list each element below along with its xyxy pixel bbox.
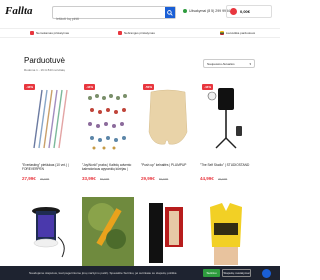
chevron-down-icon: ▾: [249, 61, 251, 66]
product-old-price: 59,99€: [100, 177, 110, 181]
discount-badge: -44%: [84, 84, 96, 90]
product-image-sauna-vest[interactable]: [200, 197, 252, 267]
benefits-bar: Nemokamas pristatymas Nebrangus pristaty…: [0, 28, 280, 38]
benefit-free-shipping: Nemokamas pristatymas: [30, 31, 69, 35]
product-name[interactable]: "Push up" kelnaitės | PLUMPUP: [141, 163, 197, 171]
product-image-advent-bracelets[interactable]: [82, 82, 134, 154]
phone-contact[interactable]: Užsakymai (8 5) 299 9934: [183, 9, 230, 13]
product-name[interactable]: "Everlasting" pieštukas (10 vnt.) | FORE…: [22, 163, 78, 171]
cart-icon: [230, 8, 237, 15]
cookie-banner: Naudojame slapukus, kad pagerintume jūsų…: [0, 266, 280, 280]
product-image-garden-tool[interactable]: [82, 197, 134, 267]
box-icon: [118, 31, 122, 35]
result-count: Rodoma 1 - 16 iš 843 rezultatų: [24, 68, 66, 72]
cookie-settings-button[interactable]: Slapukų nustatymai: [222, 269, 251, 277]
product-price: 29,99€: [141, 176, 155, 181]
product-name[interactable]: "JoyWorld" praba | Kalėdų advento kalend…: [82, 163, 138, 171]
benefit-lithuanian-shop: Lietuviška parduotuvė: [220, 31, 255, 35]
product-image-corset[interactable]: [141, 197, 193, 267]
product-name[interactable]: "The Self Studio" | STUDIOSTAND: [200, 163, 256, 171]
search-button[interactable]: [165, 7, 175, 18]
search-bar[interactable]: [52, 6, 176, 25]
chat-icon[interactable]: [262, 269, 271, 278]
cart-button[interactable]: 0,00€: [226, 5, 272, 18]
product-price: 27,99€: [22, 176, 36, 181]
discount-badge: -50%: [143, 84, 155, 90]
search-input[interactable]: [53, 13, 163, 25]
product-price: 44,99€: [200, 176, 214, 181]
product-price: 33,99€: [82, 176, 96, 181]
product-old-price: 39,99€: [40, 177, 50, 181]
benefit-cheap-shipping: Nebrangus pristatymas: [118, 31, 155, 35]
product-image-pencils[interactable]: [22, 82, 74, 154]
discount-badge: -43%: [24, 84, 36, 90]
lt-flag-icon: [220, 31, 224, 35]
site-header: Fallta Užsakymai (8 5) 299 9934 0,00€: [0, 0, 280, 25]
site-logo[interactable]: Fallta: [5, 5, 33, 17]
search-icon: [167, 9, 173, 16]
cookie-accept-button[interactable]: Sutinku: [203, 269, 220, 277]
page-title: Parduotuvė: [24, 56, 65, 65]
sort-select[interactable]: Naujausios Aktualios ▾: [203, 59, 255, 68]
product-image-phone-stand[interactable]: [200, 82, 252, 154]
cookie-text: Naudojame slapukus, kad pagerintume jūsų…: [29, 271, 177, 275]
product-image-pushup-shorts[interactable]: [141, 82, 193, 154]
cart-total: 0,00€: [240, 9, 251, 14]
product-image-mosquito-lamp[interactable]: [22, 197, 74, 267]
product-old-price: 59,99€: [159, 177, 169, 181]
phone-text: Užsakymai (8 5) 299 9934: [189, 9, 230, 13]
product-old-price: 79,99€: [218, 177, 228, 181]
discount-badge: -44%: [202, 84, 214, 90]
truck-icon: [30, 31, 34, 35]
phone-icon: [183, 9, 187, 13]
